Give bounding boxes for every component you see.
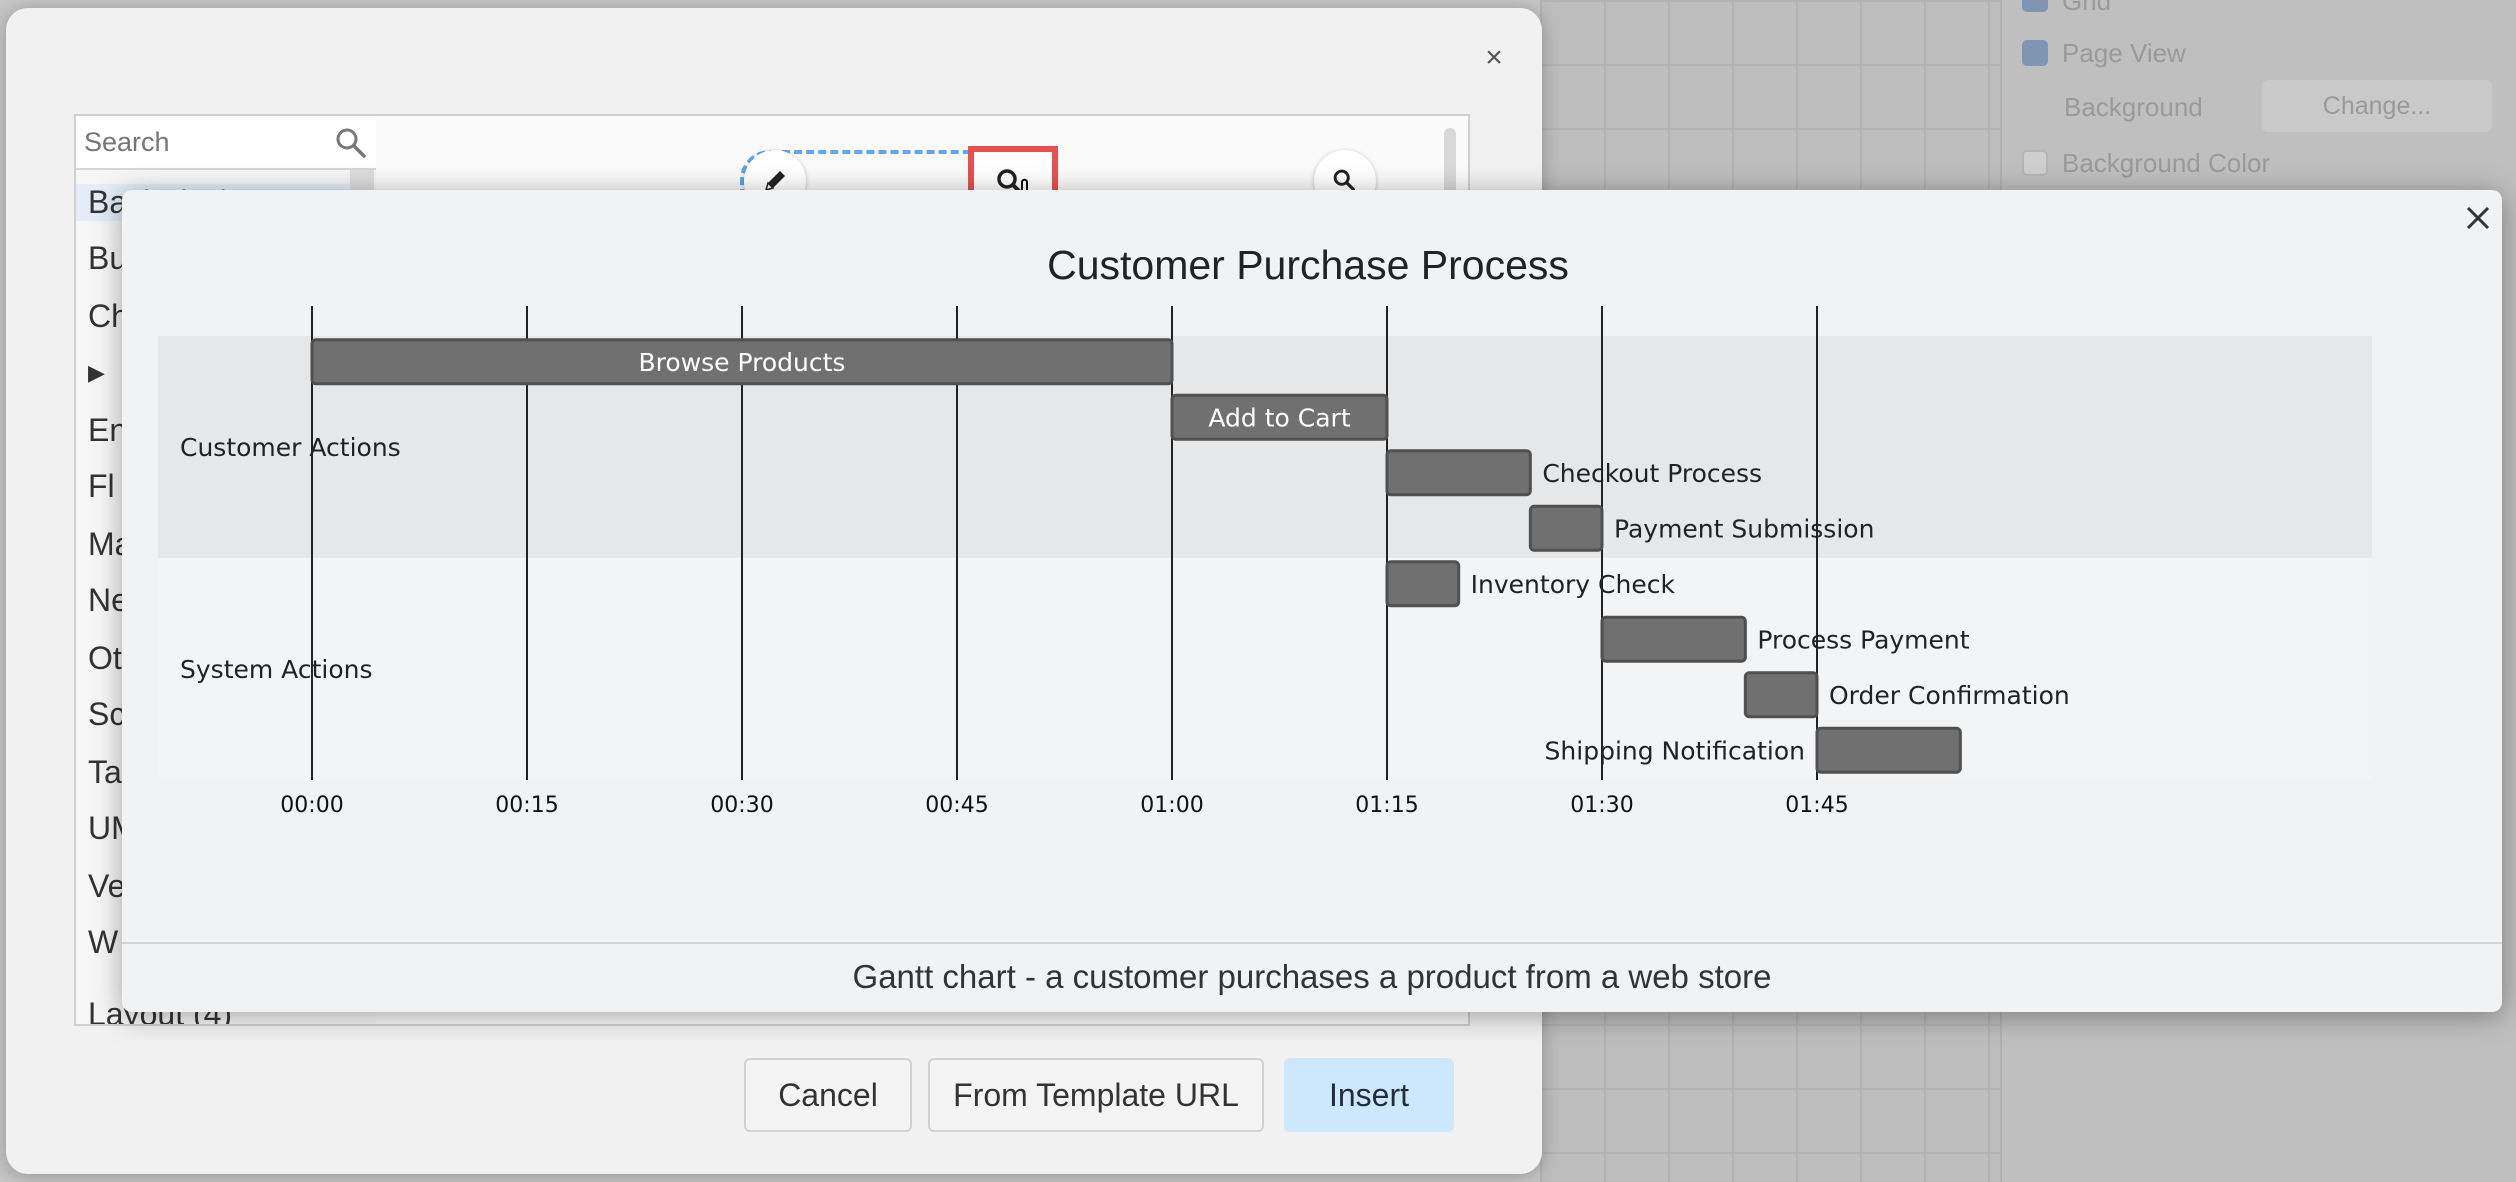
gantt-bar	[1528, 504, 1604, 552]
task-label: Add to Cart	[1208, 403, 1350, 432]
background-color-label: Background Color	[2062, 148, 2271, 178]
search-input[interactable]	[82, 120, 326, 164]
preview-caption: Gantt chart - a customer purchases a pro…	[122, 942, 2502, 1012]
x-tick-label: 01:45	[1785, 793, 1848, 818]
category-item[interactable]: Fl	[88, 468, 115, 505]
category-item[interactable]: Sc	[88, 696, 125, 733]
search-icon[interactable]	[334, 126, 368, 160]
task-label: Process Payment	[1757, 625, 1969, 654]
task-label: Shipping Notification	[1545, 736, 1805, 765]
x-tick-label: 00:45	[925, 793, 988, 818]
x-tick-label: 01:00	[1140, 793, 1203, 818]
cancel-button[interactable]: Cancel	[744, 1058, 912, 1132]
page-view-label: Page View	[2062, 38, 2186, 68]
section-label: Customer Actions	[180, 433, 401, 462]
category-search	[76, 116, 376, 170]
x-tick-label: 01:15	[1355, 793, 1418, 818]
dialog-close-icon[interactable]: ×	[1476, 40, 1512, 76]
grid-checkbox[interactable]	[2022, 0, 2048, 12]
page-view-checkbox[interactable]	[2022, 40, 2048, 66]
gantt-preview-popup: Customer Purchase Process Customer Actio…	[122, 190, 2502, 1012]
task-label: Inventory Check	[1471, 570, 1676, 599]
task-label: Checkout Process	[1542, 459, 1762, 488]
change-background-button[interactable]: Change...	[2262, 80, 2492, 132]
gantt-bar	[1385, 449, 1532, 497]
x-tick-label: 00:30	[710, 793, 773, 818]
x-tick-label: 01:30	[1570, 793, 1633, 818]
category-item[interactable]: W	[88, 924, 118, 961]
gantt-bar	[1815, 726, 1962, 774]
gantt-bar	[1385, 560, 1461, 608]
category-item[interactable]: Ta	[88, 754, 122, 791]
x-tick-label: 00:15	[495, 793, 558, 818]
x-tick-label: 00:00	[280, 793, 343, 818]
gantt-chart: Customer Actions System Actions 00:00 00:15…	[158, 306, 2372, 818]
gantt-bar	[1600, 615, 1747, 663]
expand-arrow-icon[interactable]: ▶	[88, 360, 105, 386]
grid-label: Grid	[2062, 0, 2112, 16]
section-band	[158, 558, 2372, 780]
background-color-checkbox[interactable]	[2022, 150, 2048, 176]
task-label: Browse Products	[639, 348, 846, 377]
category-item[interactable]: Ve	[88, 868, 125, 905]
task-label: Order Confirmation	[1829, 681, 2070, 710]
background-label: Background	[2064, 92, 2203, 122]
task-label: Payment Submission	[1614, 514, 1874, 543]
insert-button[interactable]: Insert	[1284, 1058, 1454, 1132]
gantt-bar	[1743, 671, 1819, 719]
from-template-url-button[interactable]: From Template URL	[928, 1058, 1264, 1132]
section-label: System Actions	[180, 655, 373, 684]
category-item[interactable]: Ot	[88, 640, 122, 677]
